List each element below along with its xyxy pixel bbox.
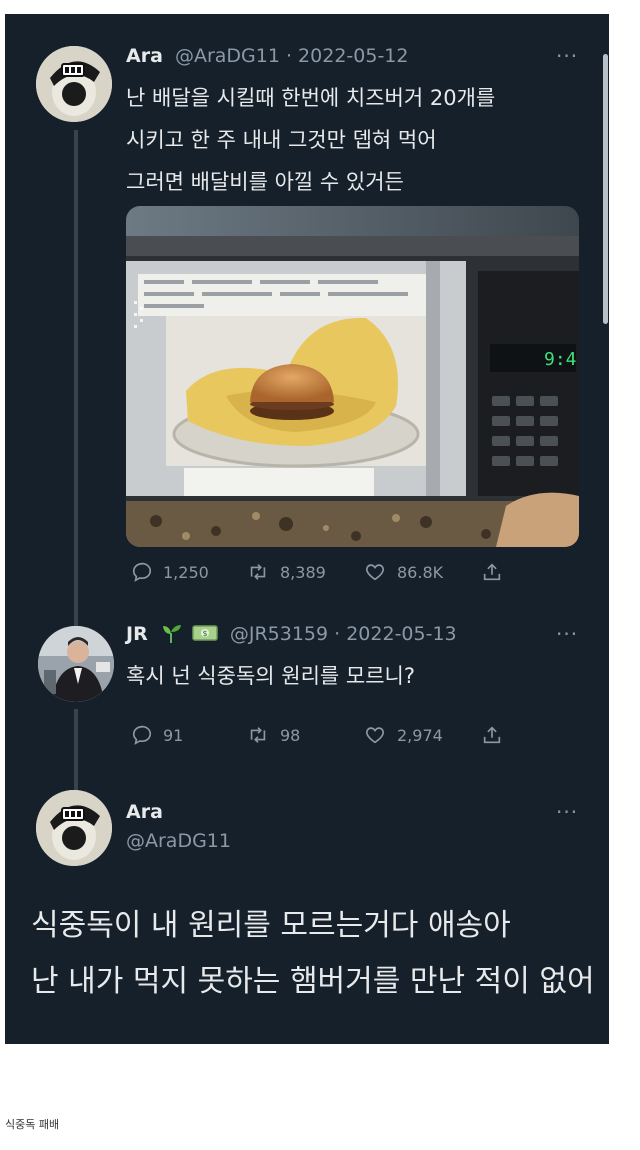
money-emoji: $ (192, 625, 218, 641)
share-icon (483, 726, 501, 744)
tweet1-line-1: 난 배달을 시킬때 한번에 치즈버거 20개를 (126, 86, 496, 110)
like-count: 86.8K (397, 562, 444, 582)
share-icon (483, 563, 501, 581)
avatar-ara-image (36, 790, 112, 866)
retweet-button[interactable]: 8,389 (246, 561, 326, 583)
reply-button[interactable]: 91 (131, 724, 183, 746)
scrollbar[interactable] (603, 54, 608, 324)
tweet3-author-name-row: Ara (126, 800, 163, 824)
tweet2-author-name[interactable]: JR (126, 623, 148, 645)
thread-line-1 (74, 130, 78, 630)
retweet-button[interactable]: 98 (246, 724, 300, 746)
thread-line-2 (74, 709, 78, 791)
tweet3-line-1: 식중독이 내 원리를 모르는거다 애송아 (31, 908, 511, 943)
tweet1-media-photo[interactable]: 9:4 (126, 206, 579, 547)
tweet3-handle-row: @AraDG11 (126, 829, 231, 853)
tweet3-author-name[interactable]: Ara (126, 801, 163, 823)
avatar-ara-image (36, 46, 112, 122)
avatar-jr-image (38, 626, 114, 702)
like-count: 2,974 (397, 725, 443, 745)
reply-icon (132, 725, 152, 745)
avatar-ara[interactable] (36, 46, 112, 122)
more-icon[interactable]: ··· (556, 44, 578, 68)
like-icon (366, 727, 384, 744)
caption-text: 식중독 패배 (5, 1118, 60, 1131)
share-button[interactable] (481, 561, 513, 583)
microwave-clock-display: 9:4 (544, 349, 577, 370)
more-icon[interactable]: ··· (556, 800, 578, 824)
share-button[interactable] (481, 724, 513, 746)
tweet2-actions: 91 98 2,974 (131, 724, 531, 750)
like-icon (366, 564, 384, 581)
tweet1-actions: 1,250 8,389 86.8K (131, 561, 531, 587)
tweet1-line-3: 그러면 배달비를 아낄 수 있거든 (126, 170, 404, 194)
like-button[interactable]: 2,974 (363, 724, 443, 746)
avatar-jr[interactable] (38, 626, 114, 702)
tweet1-line-2: 시키고 한 주 내내 그것만 뎁혀 먹어 (126, 128, 437, 152)
tweet-thread-panel: Ara @AraDG11 · 2022-05-12 ··· 난 배달을 시킬때 … (5, 14, 609, 1044)
reply-icon (132, 562, 152, 582)
tweet2-text: 혹시 넌 식중독의 원리를 모르니? (126, 664, 416, 688)
tweet1-author-name[interactable]: Ara (126, 45, 163, 67)
retweet-count: 98 (280, 725, 301, 745)
more-icon[interactable]: ··· (556, 622, 578, 646)
retweet-icon (250, 564, 266, 580)
reply-count: 91 (163, 725, 184, 745)
author-emoji: $ (160, 623, 224, 645)
like-button[interactable]: 86.8K (363, 561, 443, 583)
sprout-emoji (162, 625, 181, 643)
retweet-count: 8,389 (280, 562, 326, 582)
avatar-ara[interactable] (36, 790, 112, 866)
tweet1-header: Ara @AraDG11 · 2022-05-12 (126, 44, 408, 68)
tweet3-handle[interactable]: @AraDG11 (126, 830, 231, 852)
tweet2-handle-date[interactable]: @JR53159 · 2022-05-13 (230, 623, 457, 645)
retweet-icon (250, 727, 266, 743)
svg-text:$: $ (202, 629, 207, 638)
microwave-burger-image: 9:4 (126, 206, 579, 547)
tweet1-handle-date[interactable]: @AraDG11 · 2022-05-12 (175, 45, 409, 67)
tweet2-header: JR $ @JR53159 · 2022-05-13 (126, 622, 457, 646)
reply-button[interactable]: 1,250 (131, 561, 209, 583)
reply-count: 1,250 (163, 562, 209, 582)
tweet3-line-2: 난 내가 먹지 못하는 햄버거를 만난 적이 없어 (31, 964, 595, 999)
